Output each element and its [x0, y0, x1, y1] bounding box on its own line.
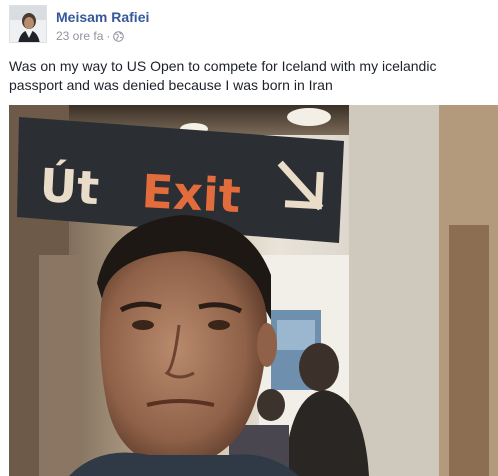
post-timestamp[interactable]: 23 ore fa	[56, 29, 103, 43]
post-meta: 23 ore fa ·	[56, 29, 125, 43]
sign-word-ut: Út	[38, 158, 100, 215]
avatar-photo	[10, 6, 46, 42]
sign-word-exit: Exit	[140, 164, 242, 223]
post-text: Was on my way to US Open to compete for …	[9, 58, 437, 93]
selfie-exit-sign-image: Út Exit	[9, 105, 498, 476]
post-photo[interactable]: Út Exit	[9, 105, 498, 476]
author-name[interactable]: Meisam Rafiei	[56, 9, 149, 25]
globe-icon[interactable]	[113, 30, 125, 42]
avatar[interactable]	[9, 5, 47, 43]
meta-separator: ·	[106, 29, 111, 43]
facebook-post: Meisam Rafiei 23 ore fa · Was on my way …	[0, 0, 498, 476]
